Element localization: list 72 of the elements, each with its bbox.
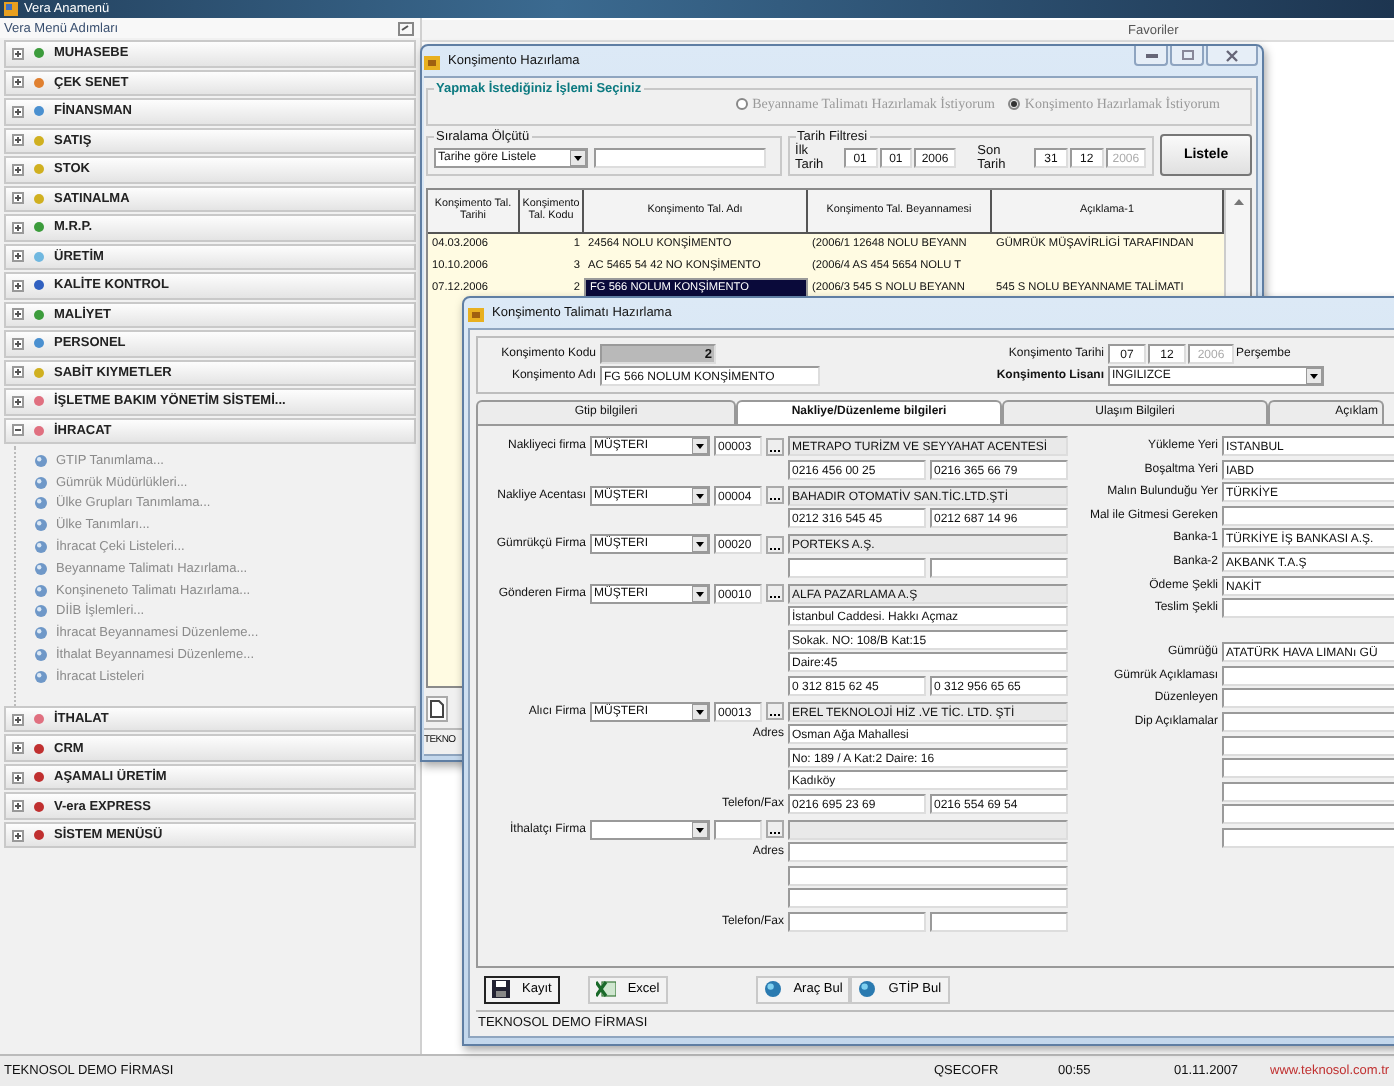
- text-field[interactable]: [1222, 688, 1394, 709]
- browse-button[interactable]: [766, 584, 784, 602]
- browse-button[interactable]: [766, 820, 784, 838]
- browse-button[interactable]: [766, 437, 784, 455]
- scroll-up-icon[interactable]: [1233, 198, 1243, 206]
- text-field[interactable]: [1222, 735, 1394, 756]
- fax-field[interactable]: [930, 557, 1068, 577]
- expand-icon[interactable]: [12, 366, 24, 379]
- expand-icon[interactable]: [12, 47, 24, 60]
- text-field[interactable]: [1222, 665, 1394, 686]
- globe-icon: [763, 980, 782, 998]
- dropdown-icon: [570, 149, 586, 165]
- browse-button[interactable]: [766, 702, 784, 720]
- expand-icon[interactable]: [12, 76, 24, 89]
- type-dropdown[interactable]: [590, 819, 710, 839]
- fax-field[interactable]: [930, 911, 1068, 931]
- minimize-icon: [1145, 52, 1157, 58]
- expand-icon[interactable]: [12, 800, 24, 813]
- floppy-icon: [492, 980, 510, 998]
- close-icon: [1226, 49, 1238, 61]
- expand-icon[interactable]: [12, 713, 24, 726]
- expand-icon[interactable]: [12, 192, 24, 205]
- expand-icon[interactable]: [12, 424, 24, 437]
- phone-field[interactable]: [788, 557, 926, 577]
- app-icon: [4, 2, 18, 16]
- expand-icon[interactable]: [12, 105, 24, 118]
- minimize-button[interactable]: [1134, 46, 1168, 66]
- text-field[interactable]: [1222, 781, 1394, 802]
- expand-icon[interactable]: [12, 337, 24, 350]
- text-field[interactable]: [1222, 758, 1394, 779]
- radio-icon[interactable]: [1008, 98, 1021, 110]
- expand-icon[interactable]: [12, 134, 24, 147]
- dropdown-icon: [692, 536, 708, 552]
- maximize-icon: [1181, 50, 1193, 60]
- dropdown-icon: [692, 585, 708, 601]
- address-field[interactable]: [788, 888, 1068, 908]
- dropdown-icon: [692, 703, 708, 719]
- browse-button[interactable]: [766, 535, 784, 553]
- document-icon: [430, 699, 444, 717]
- text-field[interactable]: [1222, 505, 1394, 526]
- expand-icon[interactable]: [12, 308, 24, 321]
- app-icon: [424, 53, 440, 69]
- close-button[interactable]: [1206, 46, 1258, 66]
- expand-icon[interactable]: [12, 279, 24, 292]
- dropdown-icon: [692, 438, 708, 454]
- expand-icon[interactable]: [12, 163, 24, 176]
- maximize-button[interactable]: [1170, 46, 1204, 66]
- excel-icon: [595, 980, 616, 998]
- text-field[interactable]: [1222, 598, 1394, 619]
- dropdown-icon: [692, 821, 708, 837]
- expand-icon[interactable]: [12, 829, 24, 842]
- new-document-button[interactable]: [426, 695, 448, 721]
- text-field[interactable]: [1222, 711, 1394, 732]
- app-icon: [468, 305, 484, 321]
- expand-icon[interactable]: [12, 395, 24, 408]
- expand-icon[interactable]: [12, 250, 24, 263]
- browse-button[interactable]: [766, 486, 784, 504]
- phone-field[interactable]: [788, 911, 926, 931]
- address-field[interactable]: [788, 865, 1068, 885]
- expand-icon[interactable]: [12, 221, 24, 234]
- expand-icon[interactable]: [12, 742, 24, 755]
- radio-icon[interactable]: [736, 98, 749, 110]
- text-field[interactable]: [1222, 827, 1394, 848]
- address-field[interactable]: [788, 842, 1068, 862]
- expand-icon[interactable]: [12, 771, 24, 784]
- search-field[interactable]: [594, 147, 766, 167]
- globe-icon: [858, 980, 877, 998]
- text-field[interactable]: [1222, 804, 1394, 825]
- dropdown-icon: [1306, 368, 1322, 384]
- code-field[interactable]: [714, 819, 762, 839]
- dropdown-icon: [692, 487, 708, 503]
- pin-icon[interactable]: [398, 21, 414, 35]
